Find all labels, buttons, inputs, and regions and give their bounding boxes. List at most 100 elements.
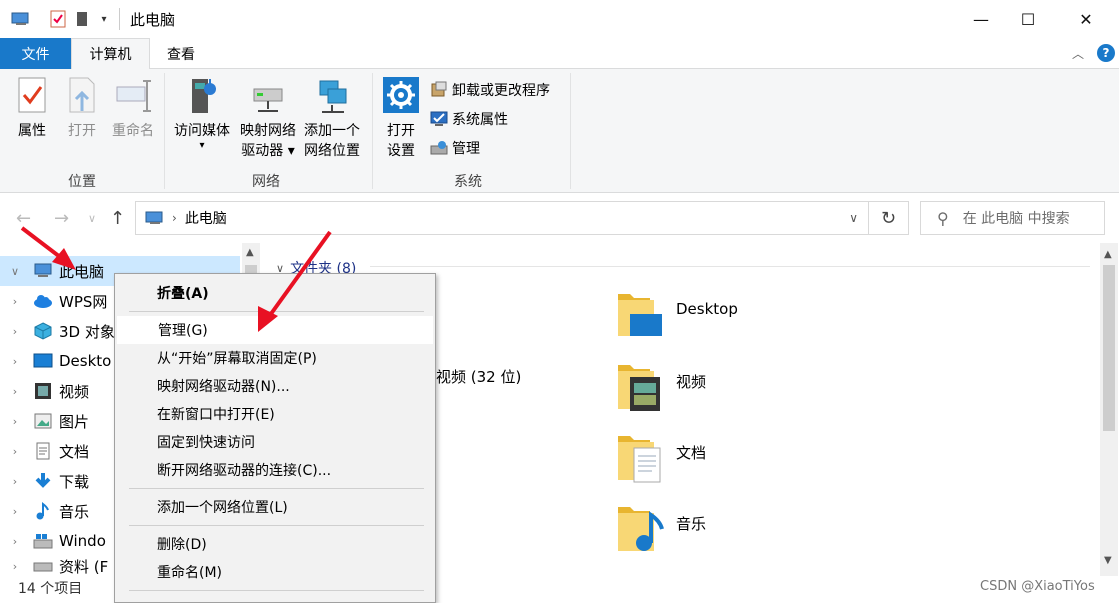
expand-chevron-icon[interactable]: › <box>8 385 22 398</box>
minimize-button[interactable]: — <box>958 0 1004 38</box>
scrollbar-thumb[interactable] <box>1103 265 1115 431</box>
group-label-network: 网络 <box>252 174 280 190</box>
ribbon-separator <box>164 73 165 189</box>
title-bar: ▾ 此电脑 — ☐ ✕ <box>0 0 1119 38</box>
uninstall-icon <box>431 81 447 97</box>
title-separator <box>119 8 120 30</box>
menu-separator <box>129 311 424 312</box>
system-properties-label: 系统属性 <box>452 112 508 128</box>
tab-file[interactable]: 文件 <box>0 38 71 69</box>
map-network-drive-button[interactable]: 映射网络 驱动器 ▾ <box>236 75 300 161</box>
help-icon[interactable]: ? <box>1097 44 1115 62</box>
content-scrollbar[interactable]: ▲ ▼ <box>1100 243 1118 576</box>
expand-chevron-icon[interactable]: ∨ <box>8 265 22 278</box>
folder-label: 视频 <box>676 373 707 391</box>
properties-button[interactable]: 属性 <box>14 75 50 141</box>
maximize-button[interactable]: ☐ <box>1005 0 1051 38</box>
context-menu: 折叠(A) 管理(G) 从“开始”屏幕取消固定(P) 映射网络驱动器(N)...… <box>114 273 436 603</box>
expand-chevron-icon[interactable]: › <box>8 325 22 338</box>
properties-quick-icon[interactable] <box>48 9 68 29</box>
expand-chevron-icon[interactable]: › <box>8 475 22 488</box>
uninstall-programs-button[interactable]: 卸载或更改程序 <box>430 80 550 100</box>
expand-chevron-icon[interactable]: › <box>8 505 22 518</box>
tab-view[interactable]: 查看 <box>150 38 212 69</box>
folder-documents[interactable]: 文档 <box>616 432 706 484</box>
windows-drive-icon <box>33 534 53 549</box>
music-folder-icon <box>618 507 664 551</box>
open-settings-button[interactable]: 打开 设置 <box>380 75 422 161</box>
menu-item-collapse[interactable]: 折叠(A) <box>117 279 433 307</box>
ribbon-separator <box>372 73 373 189</box>
folder-videos[interactable]: 视频 <box>616 361 706 413</box>
folder-label: 音乐 <box>676 515 707 533</box>
forward-arrow-icon[interactable]: → <box>54 208 69 229</box>
address-dropdown-icon[interactable]: ∨ <box>849 211 858 225</box>
uninstall-label: 卸载或更改程序 <box>452 83 550 99</box>
computer-icon[interactable] <box>10 9 32 29</box>
rename-button[interactable]: 重命名 <box>108 75 158 141</box>
rename-label: 重命名 <box>112 123 154 139</box>
menu-item-disconnect-drive[interactable]: 断开网络驱动器的连接(C)... <box>117 456 433 484</box>
add-network-location-button[interactable]: 添加一个 网络位置 <box>300 75 364 161</box>
3d-objects-icon <box>34 322 52 340</box>
desktop-folder-icon <box>618 294 662 336</box>
expand-chevron-icon[interactable]: › <box>8 445 22 458</box>
access-media-button[interactable]: 访问媒体 ▾ <box>170 75 234 151</box>
scroll-up-icon[interactable]: ▲ <box>1104 249 1112 260</box>
properties-label: 属性 <box>18 123 46 139</box>
partial-folder-label[interactable]: 视频 (32 位) <box>436 366 521 387</box>
manage-button[interactable]: 管理 <box>430 138 480 158</box>
nav-item-label: 图片 <box>59 412 90 431</box>
video-folder-icon <box>618 365 660 411</box>
expand-chevron-icon[interactable]: › <box>8 295 22 308</box>
expand-chevron-icon[interactable]: › <box>8 415 22 428</box>
menu-item-manage[interactable]: 管理(G) <box>117 316 433 344</box>
desktop-icon <box>33 353 53 368</box>
expand-chevron-icon[interactable]: › <box>8 560 22 573</box>
nav-item-label: 3D 对象 <box>59 322 115 341</box>
music-icon <box>36 502 49 520</box>
map-drive-label-1: 映射网络 <box>240 123 296 139</box>
add-network-label-1: 添加一个 <box>304 123 360 139</box>
system-properties-button[interactable]: 系统属性 <box>430 109 508 129</box>
media-icon <box>192 79 216 113</box>
menu-item-pin-quick-access[interactable]: 固定到快速访问 <box>117 428 433 456</box>
address-bar[interactable]: › 此电脑 ∨ <box>135 201 869 235</box>
expand-chevron-icon[interactable]: › <box>8 355 22 368</box>
close-button[interactable]: ✕ <box>1063 0 1109 38</box>
search-box[interactable]: ⚲ 在 此电脑 中搜索 <box>920 201 1105 235</box>
item-count: 14 个项目 <box>18 581 83 597</box>
menu-item-rename[interactable]: 重命名(M) <box>117 558 433 586</box>
breadcrumb-chevron-icon[interactable]: › <box>172 211 177 225</box>
folder-music[interactable]: 音乐 <box>616 503 706 555</box>
group-label-system: 系统 <box>454 174 482 190</box>
open-settings-label-2: 设置 <box>387 143 415 159</box>
menu-item-map-network-drive[interactable]: 映射网络驱动器(N)... <box>117 372 433 400</box>
nav-item-label: 文档 <box>59 442 90 461</box>
chevron-down-icon[interactable]: ▾ <box>97 9 111 29</box>
search-placeholder: 在 此电脑 中搜索 <box>962 211 1070 227</box>
new-folder-quick-icon[interactable] <box>74 9 90 29</box>
scroll-down-icon[interactable]: ▼ <box>1104 555 1112 566</box>
tab-computer[interactable]: 计算机 <box>71 38 150 70</box>
folder-desktop[interactable]: Desktop <box>616 290 738 340</box>
back-arrow-icon[interactable]: ← <box>16 208 31 229</box>
open-button[interactable]: 打开 <box>64 75 100 141</box>
recent-locations-chevron-icon[interactable]: ∨ <box>88 212 96 225</box>
up-arrow-icon[interactable]: ↑ <box>110 208 125 229</box>
collapse-ribbon-icon[interactable]: ︿ <box>1072 45 1084 62</box>
nav-item-label: Deskto <box>59 352 112 370</box>
nav-item-label: 音乐 <box>59 502 90 521</box>
scroll-up-icon[interactable]: ▲ <box>246 247 254 258</box>
access-media-label: 访问媒体 <box>174 123 230 139</box>
manage-icon <box>430 141 448 155</box>
expand-chevron-icon[interactable]: › <box>8 535 22 548</box>
breadcrumb-current[interactable]: 此电脑 <box>185 208 227 228</box>
menu-item-add-network-location[interactable]: 添加一个网络位置(L) <box>117 493 433 521</box>
map-drive-label-2: 驱动器 ▾ <box>241 143 295 159</box>
menu-item-unpin-start[interactable]: 从“开始”屏幕取消固定(P) <box>117 344 433 372</box>
refresh-button[interactable]: ↻ <box>869 201 909 235</box>
menu-item-open-new-window[interactable]: 在新窗口中打开(E) <box>117 400 433 428</box>
map-drive-icon <box>253 88 283 112</box>
menu-item-delete[interactable]: 删除(D) <box>117 530 433 558</box>
